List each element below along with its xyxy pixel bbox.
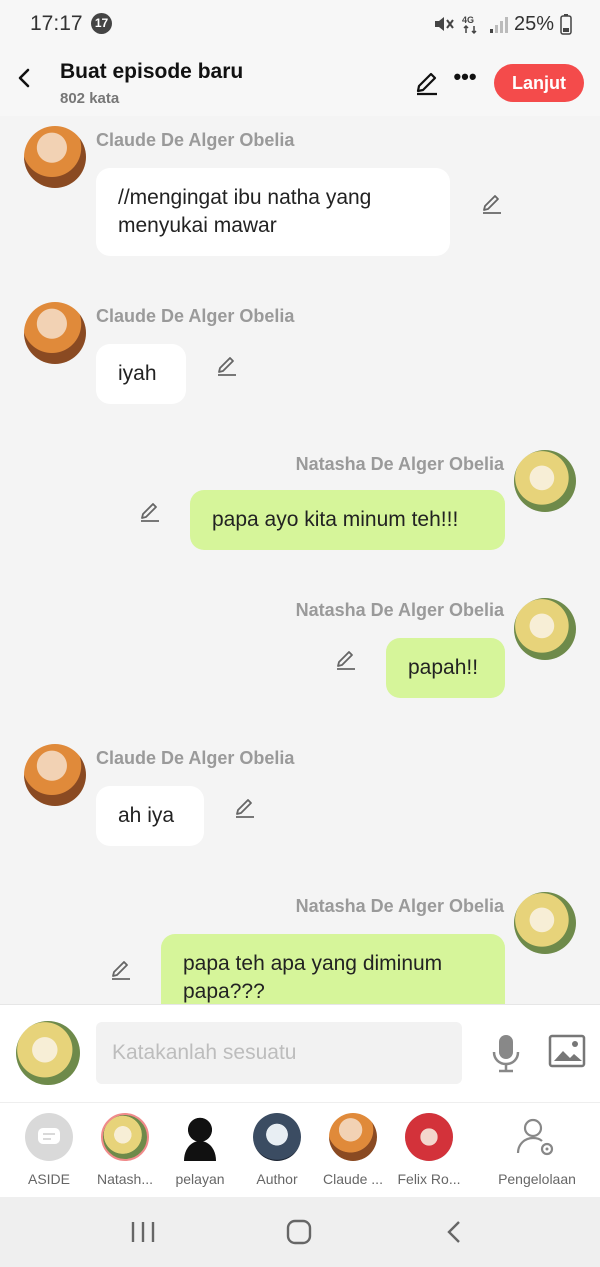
person-silhouette-icon (184, 1120, 216, 1161)
edit-message-icon[interactable] (215, 354, 239, 378)
home-icon[interactable] (285, 1219, 313, 1245)
claude-avatar (329, 1113, 377, 1161)
character-label: Claude ... (323, 1171, 383, 1187)
more-options-icon[interactable]: ••• (452, 64, 478, 94)
app-header: Buat episode baru 802 kata ••• Lanjut (0, 50, 600, 116)
character-label: pelayan (175, 1171, 225, 1187)
edit-pencil-icon[interactable] (414, 70, 440, 96)
recent-apps-icon[interactable] (128, 1219, 158, 1245)
edit-message-icon[interactable] (138, 500, 162, 524)
message-bubble[interactable]: papah!! (386, 638, 505, 698)
message-sender: Claude De Alger Obelia (96, 306, 295, 326)
image-icon[interactable] (548, 1033, 586, 1069)
message-bubble[interactable]: ah iya (96, 786, 204, 846)
edit-message-icon[interactable] (109, 958, 133, 982)
word-count: 802 kata (60, 90, 120, 107)
message-sender: Natasha De Alger Obelia (295, 454, 504, 474)
message-bubble[interactable]: papa teh apa yang diminum papa??? (161, 934, 505, 1004)
avatar-claude[interactable] (24, 744, 86, 806)
aside-avatar (25, 1113, 73, 1161)
pelayan-avatar (176, 1113, 224, 1161)
battery-icon (560, 14, 572, 35)
next-button[interactable]: Lanjut (494, 64, 584, 102)
signal-icon (489, 17, 508, 33)
avatar-natasha[interactable] (514, 892, 576, 954)
character-label: ASIDE (27, 1171, 70, 1187)
edit-message-icon[interactable] (334, 648, 358, 672)
message-input[interactable] (96, 1022, 462, 1084)
mute-icon (434, 17, 454, 31)
system-nav-bar (0, 1197, 600, 1267)
character-selector-bar: ASIDE Natash... pelayan Author Claude ..… (0, 1102, 600, 1198)
character-claude[interactable]: Claude ... (315, 1113, 391, 1187)
chat-area[interactable]: Claude De Alger Obelia //mengingat ibu n… (0, 116, 600, 1004)
avatar-claude[interactable] (24, 126, 86, 188)
character-felix[interactable]: Felix Ro... (391, 1113, 467, 1187)
status-bar: 17:17 17 4G 25% (0, 0, 600, 50)
message-bubble[interactable]: //mengingat ibu natha yang menyukai mawa… (96, 168, 450, 256)
avatar-natasha[interactable] (514, 598, 576, 660)
notification-count-badge: 17 (91, 13, 112, 34)
author-avatar (253, 1113, 301, 1161)
svg-text:4G: 4G (462, 15, 474, 25)
speaker-avatar[interactable] (16, 1021, 80, 1085)
status-icons: 4G 25% (432, 10, 572, 38)
page-title: Buat episode baru (60, 60, 244, 83)
message-sender: Claude De Alger Obelia (96, 748, 295, 768)
message-bubble[interactable]: iyah (96, 344, 186, 404)
character-author[interactable]: Author (239, 1113, 315, 1187)
user-settings-icon (516, 1118, 554, 1156)
microphone-icon[interactable] (488, 1033, 524, 1073)
character-label: Pengelolaan (498, 1171, 576, 1187)
edit-message-icon[interactable] (233, 796, 257, 820)
message-sender: Natasha De Alger Obelia (295, 600, 504, 620)
character-aside[interactable]: ASIDE (11, 1113, 87, 1187)
character-management[interactable]: Pengelolaan (492, 1113, 582, 1187)
felix-avatar (405, 1113, 453, 1161)
back-nav-icon[interactable] (443, 1219, 465, 1245)
natasha-avatar (101, 1113, 149, 1161)
status-time: 17:17 (30, 12, 83, 35)
message-sender: Claude De Alger Obelia (96, 130, 295, 150)
message-bubble[interactable]: papa ayo kita minum teh!!! (190, 490, 505, 550)
chat-bubble-icon (38, 1128, 60, 1144)
edit-message-icon[interactable] (480, 192, 504, 216)
character-natasha[interactable]: Natash... (87, 1113, 163, 1187)
message-input-bar (0, 1004, 600, 1103)
character-label: Author (256, 1171, 298, 1187)
character-pelayan[interactable]: pelayan (162, 1113, 238, 1187)
message-sender: Natasha De Alger Obelia (295, 896, 504, 916)
character-label: Natash... (96, 1171, 154, 1187)
battery-level: 25% (513, 12, 554, 35)
back-arrow-icon[interactable] (14, 68, 34, 88)
character-label: Felix Ro... (397, 1171, 461, 1187)
network-4g-icon: 4G (462, 15, 477, 35)
avatar-claude[interactable] (24, 302, 86, 364)
avatar-natasha[interactable] (514, 450, 576, 512)
